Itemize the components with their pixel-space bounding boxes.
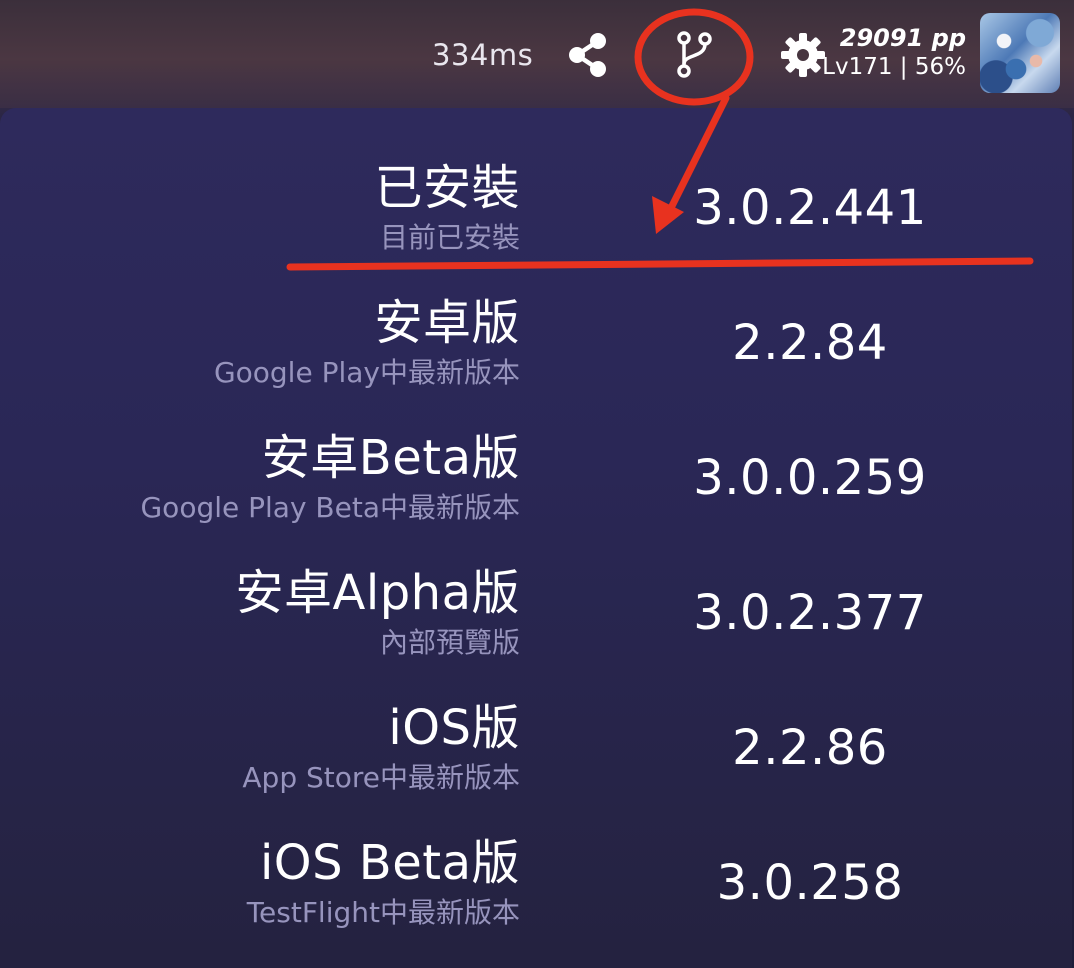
- version-name: iOS版: [388, 700, 520, 756]
- gear-icon[interactable]: [780, 32, 826, 78]
- version-name: 安卓Alpha版: [235, 565, 520, 621]
- top-bar: 334ms 29091 pp Lv171 | 56%: [0, 0, 1074, 108]
- latency-label: 334ms: [432, 38, 534, 72]
- version-row-android-beta: 安卓Beta版 Google Play Beta中最新版本 3.0.0.259: [0, 378, 1072, 524]
- version-number: 2.2.86: [732, 720, 888, 776]
- branch-icon[interactable]: [674, 30, 714, 80]
- version-number: 3.0.2.377: [693, 585, 927, 641]
- version-name: 已安裝: [374, 160, 520, 216]
- version-number: 2.2.84: [732, 315, 888, 371]
- avatar[interactable]: [980, 13, 1060, 93]
- version-row-ios-beta: iOS Beta版 TestFlight中最新版本 3.0.258: [0, 783, 1072, 929]
- level-progress: Lv171 | 56%: [822, 54, 966, 80]
- version-row-installed: 已安裝 目前已安裝 3.0.2.441: [0, 108, 1072, 254]
- version-name: iOS Beta版: [259, 835, 520, 891]
- share-icon[interactable]: [566, 32, 610, 78]
- version-panel: 已安裝 目前已安裝 3.0.2.441 安卓版 Google Play中最新版本…: [0, 108, 1072, 968]
- version-name: 安卓Beta版: [261, 430, 520, 486]
- version-number: 3.0.0.259: [693, 450, 927, 506]
- version-row-ios: iOS版 App Store中最新版本 2.2.86: [0, 648, 1072, 794]
- version-number: 3.0.2.441: [693, 180, 927, 236]
- version-row-android-alpha: 安卓Alpha版 內部預覽版 3.0.2.377: [0, 513, 1072, 659]
- version-description: TestFlight中最新版本: [246, 896, 520, 929]
- version-number: 3.0.258: [716, 855, 904, 911]
- version-row-android: 安卓版 Google Play中最新版本 2.2.84: [0, 243, 1072, 389]
- version-name: 安卓版: [374, 295, 520, 351]
- app-screen: 334ms 29091 pp Lv171 | 56% 已安裝 目前已安裝 3.0…: [0, 0, 1074, 968]
- pp-score: 29091 pp: [839, 24, 966, 52]
